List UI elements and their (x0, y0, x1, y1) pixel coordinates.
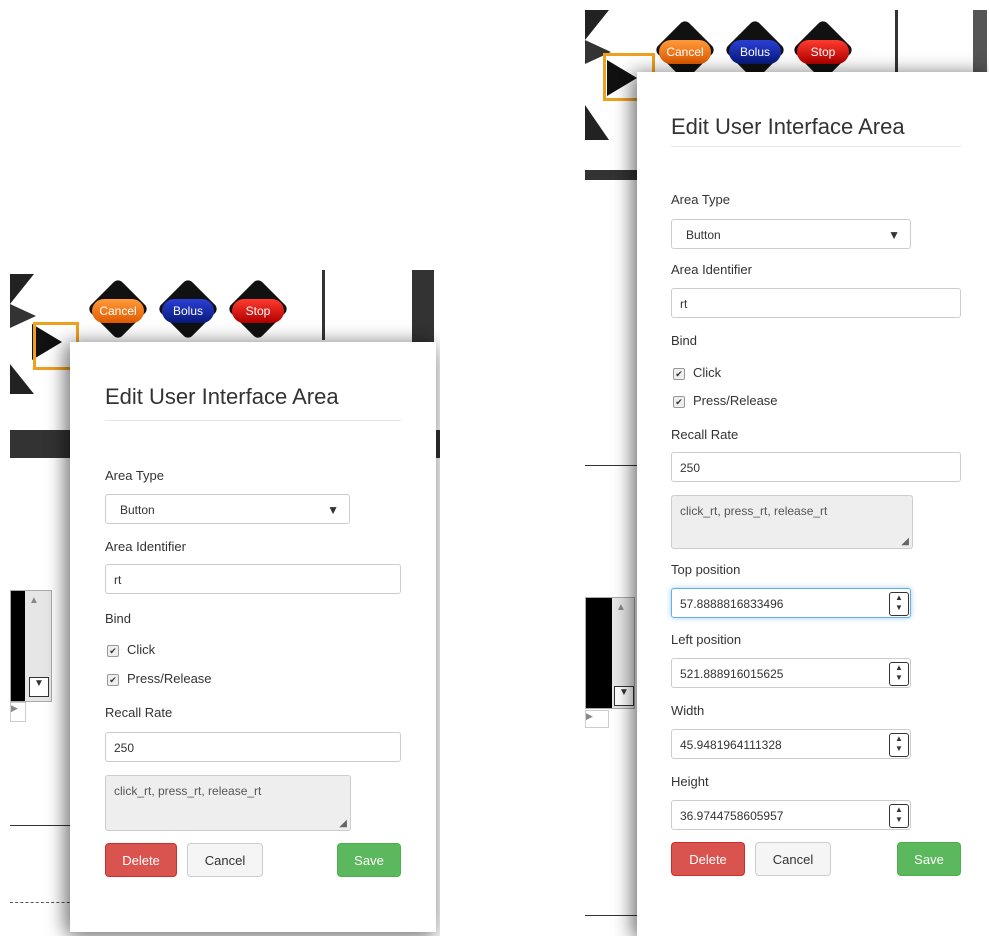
device-cancel-label: Cancel (659, 40, 711, 64)
spinner-up-down-icon[interactable]: ▲ ▼ (889, 804, 909, 828)
top-position-label: Top position (671, 562, 741, 577)
save-button[interactable]: Save (337, 843, 401, 877)
click-checkbox[interactable]: ✔ Click (107, 642, 155, 657)
resize-grip-icon[interactable]: ◢ (339, 818, 347, 829)
device-cancel-button[interactable]: Cancel (653, 18, 717, 82)
events-text: click_rt, press_rt, release_rt (114, 784, 262, 798)
top-position-input[interactable]: 57.8888816833496 (671, 588, 911, 618)
recall-rate-label: Recall Rate (105, 705, 173, 720)
scroll-right-arrow-icon[interactable]: ▶ (585, 710, 609, 728)
width-input[interactable]: 45.9481964111328 (671, 729, 911, 759)
top-position-value: 57.8888816833496 (680, 597, 784, 611)
left-position-value: 521.888916015625 (680, 667, 784, 681)
left-position-label: Left position (671, 632, 742, 647)
click-checkbox[interactable]: ✔ Click (673, 365, 721, 380)
device-stop-label: Stop (232, 299, 284, 323)
device-frame-divider (895, 10, 898, 80)
edit-area-dialog-left: Edit User Interface Area Area Type Butto… (70, 342, 436, 932)
events-text: click_rt, press_rt, release_rt (680, 504, 828, 518)
bg-divider-line (585, 465, 645, 466)
title-divider (105, 420, 401, 421)
press-release-checkbox[interactable]: ✔ Press/Release (673, 393, 778, 408)
dialog-title: Edit User Interface Area (105, 384, 339, 409)
checkbox-checked-icon: ✔ (673, 367, 685, 380)
delete-button[interactable]: Delete (105, 843, 177, 877)
triangle-down-icon: ▼ (327, 503, 339, 517)
bind-label: Bind (671, 333, 698, 348)
area-identifier-input[interactable]: rt (671, 288, 961, 318)
right-screenshot: Cancel Bolus Stop ▲ ▼ ▶ Edit User Interf… (585, 10, 989, 936)
device-frame-right (412, 270, 434, 350)
device-stop-button[interactable]: Stop (791, 18, 855, 82)
delete-button[interactable]: Delete (671, 842, 745, 876)
area-type-select[interactable]: Button ▼ (671, 219, 911, 249)
left-position-input[interactable]: 521.888916015625 (671, 658, 911, 688)
scroll-up-arrow-icon[interactable]: ▲ (616, 602, 626, 613)
height-label: Height (671, 774, 709, 789)
recall-rate-input[interactable]: 250 (105, 732, 401, 762)
device-stop-label: Stop (797, 40, 849, 64)
recall-rate-label: Recall Rate (671, 427, 739, 442)
area-type-label: Area Type (105, 468, 165, 483)
spinner-up-down-icon[interactable]: ▲ ▼ (889, 662, 909, 686)
area-type-value: Button (686, 228, 721, 242)
recall-rate-input[interactable]: 250 (671, 452, 961, 482)
device-bolus-label: Bolus (162, 299, 214, 323)
device-bolus-label: Bolus (729, 40, 781, 64)
area-type-label: Area Type (671, 192, 731, 207)
height-input[interactable]: 36.9744758605957 (671, 800, 911, 830)
title-divider (671, 146, 961, 147)
press-release-checkbox-label: Press/Release (127, 671, 212, 686)
bind-label: Bind (105, 611, 132, 626)
width-value: 45.9481964111328 (680, 738, 782, 752)
save-button[interactable]: Save (897, 842, 961, 876)
checkbox-checked-icon: ✔ (107, 644, 119, 657)
area-type-select[interactable]: Button ▼ (105, 494, 350, 524)
events-textarea[interactable]: click_rt, press_rt, release_rt ◢ (671, 495, 913, 549)
device-bolus-button[interactable]: Bolus (723, 18, 787, 82)
resize-grip-icon[interactable]: ◢ (901, 536, 909, 547)
click-checkbox-label: Click (127, 642, 156, 657)
device-dark-band (585, 170, 645, 180)
device-cancel-button[interactable]: Cancel (86, 277, 150, 341)
list-scroll-widget[interactable]: ▲ ▼ (10, 590, 52, 702)
device-cancel-label: Cancel (92, 299, 144, 323)
device-stop-button[interactable]: Stop (226, 277, 290, 341)
width-label: Width (671, 703, 705, 718)
list-scroll-widget[interactable]: ▲ ▼ (585, 597, 635, 709)
scroll-up-arrow-icon[interactable]: ▲ (29, 595, 39, 606)
height-value: 36.9744758605957 (680, 809, 784, 823)
triangle-down-icon: ▼ (888, 228, 900, 242)
press-release-checkbox[interactable]: ✔ Press/Release (107, 671, 212, 686)
area-identifier-label: Area Identifier (105, 539, 186, 554)
cancel-button[interactable]: Cancel (187, 843, 263, 877)
scroll-right-arrow-icon[interactable]: ▶ (10, 702, 26, 722)
scroll-down-arrow-icon[interactable]: ▼ (614, 686, 634, 706)
checkbox-checked-icon: ✔ (673, 395, 685, 408)
click-checkbox-label: Click (693, 365, 722, 380)
dialog-title: Edit User Interface Area (671, 114, 905, 139)
device-frame-divider (322, 270, 325, 340)
edit-area-dialog-right: Edit User Interface Area Area Type Butto… (637, 72, 989, 936)
cancel-button[interactable]: Cancel (755, 842, 831, 876)
area-type-value: Button (120, 503, 155, 517)
press-release-checkbox-label: Press/Release (693, 393, 778, 408)
device-bolus-button[interactable]: Bolus (156, 277, 220, 341)
area-identifier-label: Area Identifier (671, 262, 752, 277)
bg-divider-line (585, 915, 645, 916)
scroll-down-arrow-icon[interactable]: ▼ (29, 677, 49, 697)
left-screenshot: Cancel Bolus Stop ▲ ▼ ▶ Edit User Interf… (0, 270, 440, 936)
checkbox-checked-icon: ✔ (107, 673, 119, 686)
area-identifier-input[interactable]: rt (105, 564, 401, 594)
spinner-up-down-icon[interactable]: ▲ ▼ (889, 592, 909, 616)
spinner-up-down-icon[interactable]: ▲ ▼ (889, 733, 909, 757)
events-textarea[interactable]: click_rt, press_rt, release_rt ◢ (105, 775, 351, 831)
